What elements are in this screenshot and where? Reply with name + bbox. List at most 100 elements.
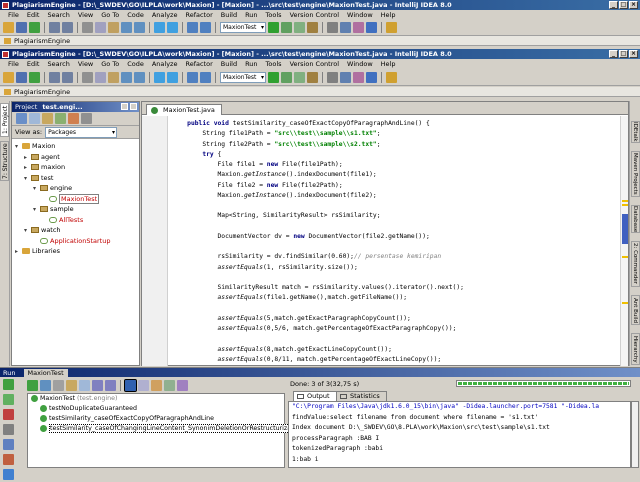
code-line[interactable] bbox=[172, 242, 464, 252]
export-icon[interactable] bbox=[164, 379, 175, 391]
redo-icon[interactable] bbox=[62, 22, 73, 33]
coverage-icon[interactable] bbox=[294, 72, 305, 83]
code-line[interactable]: assertEquals(1, rsSimilarity.size()); bbox=[172, 263, 464, 273]
redo-icon[interactable] bbox=[62, 72, 73, 83]
editor-gutter[interactable] bbox=[142, 116, 168, 366]
tree-node[interactable]: ▾ Maxion bbox=[12, 141, 139, 152]
tree-node[interactable]: ApplicationStartup bbox=[12, 236, 139, 247]
cut-icon[interactable] bbox=[82, 22, 93, 33]
menu-help[interactable]: Help bbox=[377, 59, 400, 69]
menu-run[interactable]: Run bbox=[241, 59, 261, 69]
code-line[interactable]: DocumentVector dv = new DocumentVector(f… bbox=[172, 232, 464, 242]
tree-node[interactable]: ▾ test bbox=[12, 173, 139, 184]
tree-node[interactable]: MaxionTest bbox=[12, 193, 139, 205]
menu-search[interactable]: Search bbox=[43, 59, 73, 69]
menu-window[interactable]: Window bbox=[343, 59, 377, 69]
code-line[interactable]: try { bbox=[172, 150, 464, 160]
code-line[interactable]: Maxion.getInstance().indexDocument(file1… bbox=[172, 170, 464, 180]
menu-search[interactable]: Search bbox=[43, 10, 73, 20]
tree-toggle-icon[interactable]: ▸ bbox=[15, 247, 22, 258]
plugins-icon[interactable] bbox=[353, 72, 364, 83]
tree-node[interactable]: AllTests bbox=[12, 215, 139, 226]
expand-all-icon[interactable] bbox=[42, 113, 53, 124]
code-line[interactable]: File file2 = new File(file2Path); bbox=[172, 181, 464, 191]
menu-view[interactable]: View bbox=[74, 10, 97, 20]
vcs-icon[interactable] bbox=[366, 22, 377, 33]
test-case-node[interactable]: testSimilarity_caseOfExactCopyOfParagrap… bbox=[28, 414, 284, 424]
code-line[interactable]: public void testSimilarity_caseOfExactCo… bbox=[172, 119, 464, 129]
replace-icon[interactable] bbox=[134, 22, 145, 33]
back-icon[interactable] bbox=[154, 22, 165, 33]
editor-scrollbar[interactable] bbox=[620, 116, 628, 366]
project-structure-icon[interactable] bbox=[340, 22, 351, 33]
filter-icon[interactable] bbox=[55, 113, 66, 124]
commander-tool-tab[interactable]: 2: Commander bbox=[631, 241, 640, 287]
vcs-icon[interactable] bbox=[366, 72, 377, 83]
menu-help[interactable]: Help bbox=[377, 10, 400, 20]
menu-file[interactable]: File bbox=[4, 59, 23, 69]
help-icon[interactable] bbox=[386, 72, 397, 83]
save-all-icon[interactable] bbox=[16, 72, 27, 83]
run-icon[interactable] bbox=[268, 72, 279, 83]
menu-build[interactable]: Build bbox=[217, 10, 241, 20]
statistics-icon[interactable] bbox=[177, 379, 188, 391]
code-line[interactable] bbox=[172, 304, 464, 314]
tree-node[interactable]: ▾ engine bbox=[12, 183, 139, 194]
test-case-node[interactable]: testSimilarity_caseOfChangingLineContent… bbox=[28, 424, 305, 434]
settings-icon[interactable] bbox=[81, 113, 92, 124]
error-stripe-mark[interactable] bbox=[622, 256, 628, 258]
maximize-button[interactable]: □ bbox=[619, 1, 628, 9]
code-line[interactable] bbox=[172, 201, 464, 211]
panel-settings-icon[interactable] bbox=[121, 103, 128, 110]
code-line[interactable]: assertEquals(5,match.getExactParagraphCo… bbox=[172, 314, 464, 324]
scroll-to-stacktrace-icon[interactable] bbox=[138, 379, 149, 391]
hierarchy-tool-tab[interactable]: Hierarchy bbox=[631, 333, 640, 365]
rerun-failed-icon[interactable] bbox=[3, 394, 14, 405]
menu-edit[interactable]: Edit bbox=[23, 10, 44, 20]
plugins-icon[interactable] bbox=[353, 22, 364, 33]
replace-icon[interactable] bbox=[134, 72, 145, 83]
run-configuration-select[interactable]: MaxionTest bbox=[220, 72, 266, 83]
tree-node[interactable]: ▸ Libraries bbox=[12, 246, 139, 257]
compile-icon[interactable] bbox=[200, 22, 211, 33]
console-output[interactable]: "C:\Program Files\Java\jdk1.6.0_15\bin\j… bbox=[288, 401, 631, 468]
structure-tool-tab[interactable]: 7: Structure bbox=[0, 141, 9, 181]
code-line[interactable]: assertEquals(0,5/6, match.getPercentageO… bbox=[172, 324, 464, 334]
tree-node[interactable]: ▾ sample bbox=[12, 204, 139, 215]
help-icon[interactable] bbox=[386, 22, 397, 33]
menu-tools[interactable]: Tools bbox=[262, 10, 286, 20]
tree-node[interactable]: ▾ watch bbox=[12, 225, 139, 236]
sync-icon[interactable] bbox=[16, 113, 27, 124]
save-all-icon[interactable] bbox=[16, 22, 27, 33]
minimize-button[interactable]: _ bbox=[609, 1, 618, 9]
menu-version-control[interactable]: Version Control bbox=[286, 10, 343, 20]
run-configuration-select[interactable]: MaxionTest bbox=[220, 22, 266, 33]
code-line[interactable] bbox=[172, 334, 464, 344]
find-icon[interactable] bbox=[121, 72, 132, 83]
error-stripe-mark[interactable] bbox=[622, 200, 628, 202]
database-tool-tab[interactable]: Database bbox=[631, 205, 640, 233]
close-run-icon[interactable] bbox=[3, 454, 14, 465]
menu-edit[interactable]: Edit bbox=[23, 59, 44, 69]
settings-icon[interactable] bbox=[327, 22, 338, 33]
menu-view[interactable]: View bbox=[74, 59, 97, 69]
expand-all-icon[interactable] bbox=[66, 379, 77, 391]
menu-window[interactable]: Window bbox=[343, 10, 377, 20]
code-line[interactable]: Maxion.getInstance().indexDocument(file2… bbox=[172, 191, 464, 201]
menu-build[interactable]: Build bbox=[217, 59, 241, 69]
forward-icon[interactable] bbox=[167, 22, 178, 33]
sync-icon[interactable] bbox=[29, 22, 40, 33]
menu-code[interactable]: Code bbox=[123, 59, 148, 69]
run-tab-maxiontest[interactable]: MaxionTest bbox=[23, 369, 68, 377]
next-failed-icon[interactable] bbox=[105, 379, 116, 391]
hide-passed-icon[interactable] bbox=[27, 379, 38, 391]
maven-projects-tool-tab[interactable]: Maven Projects bbox=[631, 151, 640, 197]
view-as-select[interactable]: Packages bbox=[45, 126, 118, 138]
editor-tab-maxiontest[interactable]: MaxionTest.java bbox=[146, 104, 222, 115]
code-text[interactable]: public void testSimilarity_caseOfExactCo… bbox=[172, 119, 464, 365]
code-line[interactable]: String file2Path = "src\\test\\sample\\s… bbox=[172, 140, 464, 150]
sync-icon[interactable] bbox=[29, 72, 40, 83]
idetalk-tool-tab[interactable]: IDEtalk bbox=[631, 121, 640, 143]
close-button[interactable]: × bbox=[629, 1, 638, 9]
minimize-button[interactable]: _ bbox=[609, 50, 618, 58]
